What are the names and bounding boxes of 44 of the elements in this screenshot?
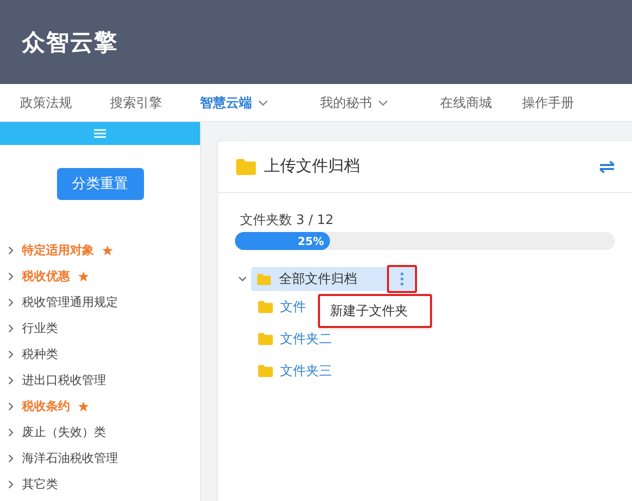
menu-item[interactable]: 新建子文件夹 [318,294,432,328]
chevron-icon [8,350,14,358]
tree-node[interactable]: 文件 [280,298,306,316]
folder-icon [258,333,273,345]
folder-icon [257,274,271,284]
more-icon [400,272,404,286]
chevron-icon [8,402,14,410]
nav-tab[interactable]: 我的秘书 [320,94,388,112]
category-item[interactable]: 行业类 [22,320,58,336]
folder-icon [236,158,256,174]
nav-tab[interactable]: 政策法规 [20,94,72,112]
category-item[interactable]: 海洋石油税收管理 [22,450,118,466]
chevron-icon [8,480,14,488]
category-item[interactable]: 废止（失效）类 [22,424,106,440]
sidebar-toggle[interactable] [0,122,200,145]
tree-node[interactable]: 全部文件归档 [251,267,417,291]
chevron-icon [8,298,14,306]
chevron-icon [8,272,14,280]
chevron-icon [8,454,14,462]
logo: 众智云擎 [22,28,118,58]
progress-reading: 25% [298,234,324,248]
nav-tab[interactable]: 智慧云端 [200,94,268,112]
folder-icon [258,365,273,377]
category-item[interactable]: 税种类 [22,346,58,362]
category-item[interactable]: 进出口税收管理 [22,372,106,388]
category-item[interactable]: 税收管理通用规定 [22,294,118,310]
chevron-icon [8,246,14,254]
tree-node[interactable]: 文件夹三 [280,362,332,380]
folder-count: 文件夹数 3 / 12 [240,212,335,229]
folder-icon [258,301,273,313]
nav-tab[interactable]: 操作手册 [522,94,574,112]
chevron-icon [8,376,14,384]
card-title: 上传文件归档 [264,156,361,177]
nav-tab[interactable]: 搜索引擎 [110,94,162,112]
reset-button[interactable]: 分类重置 [56,168,144,200]
menu-icon [94,129,106,138]
nav-tab[interactable]: 在线商城 [440,94,492,112]
more-button[interactable] [387,265,417,293]
chevron-icon [8,324,14,332]
category-item[interactable]: 其它类 [22,476,58,492]
chevron-icon[interactable] [238,276,247,282]
swap-icon[interactable] [598,160,616,174]
chevron-icon [8,428,14,436]
tree-node[interactable]: 文件夹二 [280,330,332,348]
